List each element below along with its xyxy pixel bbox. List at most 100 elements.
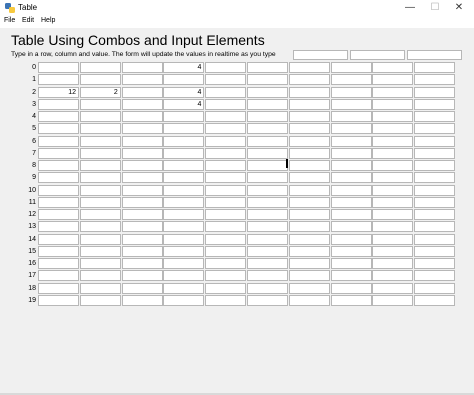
table-cell[interactable] (79, 258, 121, 269)
table-cell[interactable] (121, 294, 163, 306)
table-cell[interactable] (288, 258, 330, 269)
table-cell[interactable] (38, 184, 79, 196)
table-cell[interactable]: 4 (163, 62, 205, 73)
table-cell[interactable] (372, 62, 414, 73)
table-cell[interactable] (372, 147, 414, 159)
table-cell[interactable] (288, 270, 330, 282)
table-cell[interactable] (414, 86, 456, 98)
table-cell[interactable] (414, 209, 456, 220)
table-cell[interactable] (121, 258, 163, 269)
table-cell[interactable] (121, 111, 163, 122)
row-input[interactable] (293, 50, 348, 60)
table-cell[interactable] (247, 294, 288, 306)
table-cell[interactable] (330, 245, 372, 257)
table-cell[interactable] (414, 233, 456, 245)
table-cell[interactable] (163, 172, 205, 184)
table-cell[interactable] (121, 233, 163, 245)
table-cell[interactable] (79, 196, 121, 208)
table-cell[interactable] (163, 123, 205, 135)
table-cell[interactable] (414, 172, 456, 184)
table-cell[interactable] (330, 62, 372, 73)
table-cell[interactable]: 4 (163, 98, 205, 110)
table-cell[interactable] (121, 147, 163, 159)
table-cell[interactable] (247, 221, 288, 233)
table-cell[interactable] (205, 111, 247, 122)
table-cell[interactable] (414, 147, 456, 159)
table-cell[interactable] (372, 86, 414, 98)
table-cell[interactable] (121, 270, 163, 282)
table-cell[interactable] (372, 209, 414, 220)
table-cell[interactable] (288, 282, 330, 294)
maximize-button[interactable]: ☐ (425, 2, 445, 14)
minimize-button[interactable]: — (400, 2, 420, 14)
table-cell[interactable] (330, 294, 372, 306)
table-cell[interactable] (414, 245, 456, 257)
table-cell[interactable] (288, 172, 330, 184)
table-cell[interactable] (247, 111, 288, 122)
table-cell[interactable] (205, 209, 247, 220)
table-cell[interactable] (79, 221, 121, 233)
table-cell[interactable] (121, 209, 163, 220)
table-cell[interactable] (247, 123, 288, 135)
table-cell[interactable] (330, 233, 372, 245)
table-cell[interactable] (205, 184, 247, 196)
table-cell[interactable] (38, 282, 79, 294)
table-cell[interactable] (38, 98, 79, 110)
table-cell[interactable] (330, 98, 372, 110)
table-cell[interactable] (372, 282, 414, 294)
menu-help[interactable]: Help (41, 17, 55, 24)
table-cell[interactable] (330, 270, 372, 282)
table-cell[interactable] (247, 196, 288, 208)
table-cell[interactable] (414, 294, 456, 306)
table-cell[interactable] (38, 111, 79, 122)
table-cell[interactable] (38, 147, 79, 159)
table-cell[interactable] (414, 196, 456, 208)
table-cell[interactable] (205, 221, 247, 233)
table-cell[interactable] (205, 86, 247, 98)
table-cell[interactable] (79, 233, 121, 245)
table-cell[interactable] (205, 98, 247, 110)
table-cell[interactable] (38, 74, 79, 86)
table-cell[interactable] (288, 62, 330, 73)
table-cell[interactable] (372, 74, 414, 86)
column-input[interactable] (350, 50, 405, 60)
table-cell[interactable] (163, 282, 205, 294)
table-cell[interactable] (38, 196, 79, 208)
table-cell[interactable] (414, 123, 456, 135)
table-cell[interactable] (163, 245, 205, 257)
table-cell[interactable] (247, 98, 288, 110)
table-cell[interactable] (121, 86, 163, 98)
table-cell[interactable] (163, 111, 205, 122)
menu-edit[interactable]: Edit (22, 17, 34, 24)
table-cell[interactable] (163, 294, 205, 306)
table-cell[interactable] (372, 221, 414, 233)
table-cell[interactable] (288, 111, 330, 122)
table-cell[interactable] (163, 147, 205, 159)
table-cell[interactable] (330, 258, 372, 269)
table-cell[interactable] (121, 245, 163, 257)
table-cell[interactable] (163, 209, 205, 220)
table-cell[interactable] (288, 74, 330, 86)
table-cell[interactable] (38, 294, 79, 306)
table-cell[interactable] (372, 172, 414, 184)
table-cell[interactable] (414, 98, 456, 110)
table-cell[interactable] (414, 184, 456, 196)
table-cell[interactable] (38, 172, 79, 184)
table-cell[interactable] (288, 233, 330, 245)
table-cell[interactable] (330, 160, 372, 171)
table-cell[interactable] (79, 123, 121, 135)
table-cell[interactable] (330, 172, 372, 184)
table-cell[interactable] (205, 135, 247, 147)
table-cell[interactable] (372, 233, 414, 245)
table-cell[interactable] (121, 74, 163, 86)
menu-file[interactable]: File (4, 17, 15, 24)
table-cell[interactable] (38, 160, 79, 171)
table-cell[interactable] (205, 123, 247, 135)
table-cell[interactable] (372, 135, 414, 147)
table-cell[interactable] (330, 184, 372, 196)
table-cell[interactable]: 12 (38, 86, 79, 98)
table-cell[interactable] (163, 270, 205, 282)
table-cell[interactable] (205, 245, 247, 257)
table-cell[interactable]: 4 (163, 86, 205, 98)
table-cell[interactable] (163, 196, 205, 208)
